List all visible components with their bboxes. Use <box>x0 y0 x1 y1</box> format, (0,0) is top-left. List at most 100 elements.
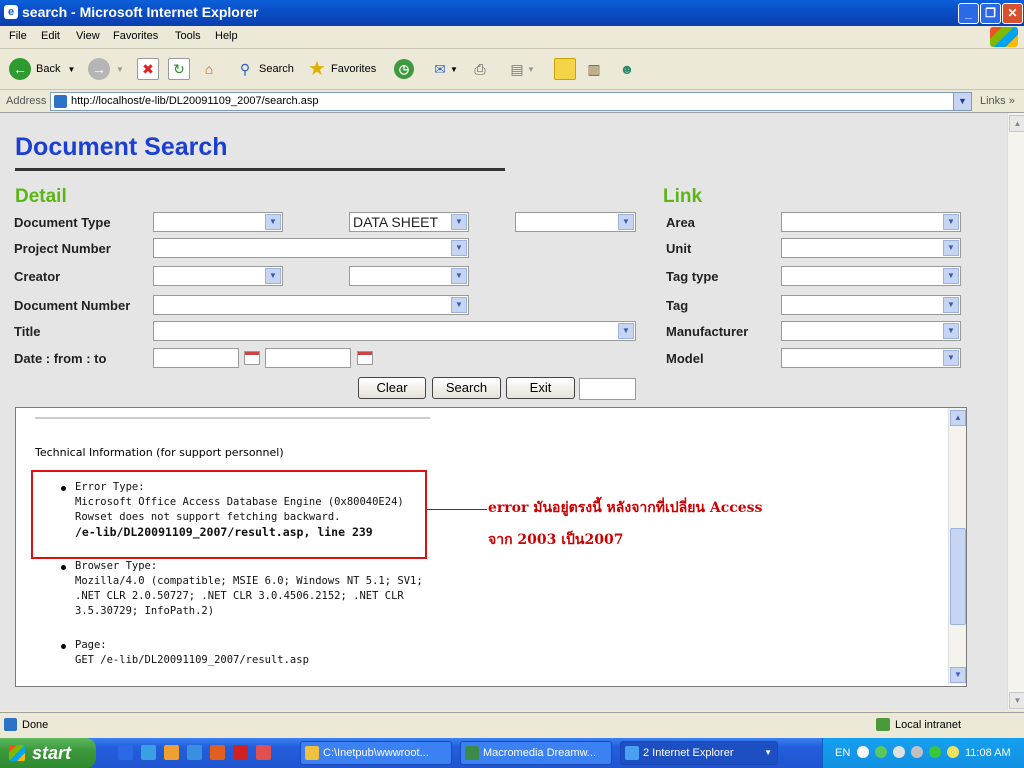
stop-icon: ✖ <box>137 58 159 80</box>
quicklaunch-acrobat-icon[interactable] <box>233 745 248 760</box>
task-dreamweaver[interactable]: Macromedia Dreamw... <box>460 741 612 765</box>
mail-button[interactable]: ✉ ▼ <box>430 57 458 81</box>
tray-network-icon[interactable] <box>875 746 887 758</box>
research-icon: ▥ <box>587 61 601 77</box>
clear-button[interactable]: Clear <box>358 377 426 399</box>
menu-help[interactable]: Help <box>215 30 238 42</box>
start-button[interactable]: start <box>0 738 96 768</box>
back-button[interactable]: ← Back ▼ <box>9 57 75 81</box>
page-content: Document Search Detail Link Document Typ… <box>0 113 1007 710</box>
home-button[interactable]: ⌂ <box>199 57 219 81</box>
menu-file[interactable]: File <box>9 30 27 42</box>
menu-view[interactable]: View <box>76 30 100 42</box>
date-label: Date : from : to <box>14 351 107 366</box>
restore-button[interactable]: ❐ <box>980 3 1001 24</box>
forward-button[interactable]: → ▼ <box>88 57 124 81</box>
tag-type-select[interactable]: ▼ <box>781 266 961 286</box>
scroll-up-icon[interactable]: ▲ <box>1009 115 1024 132</box>
calendar-icon[interactable] <box>244 351 260 365</box>
links-toolbar[interactable]: Links » <box>980 95 1015 107</box>
task-inetpub[interactable]: C:\Inetpub\wwwroot... <box>300 741 452 765</box>
tray-wireless-icon[interactable] <box>947 746 959 758</box>
doc-type-select-2[interactable]: DATA SHEET ▼ <box>349 212 469 232</box>
forward-dropdown-icon[interactable]: ▼ <box>116 65 124 74</box>
scroll-thumb[interactable] <box>950 528 966 625</box>
chevron-down-icon: ▼ <box>943 240 959 256</box>
error-highlight-box <box>31 470 427 559</box>
doc-type-select-3[interactable]: ▼ <box>515 212 636 232</box>
address-bar: Address http://localhost/e-lib/DL2009110… <box>0 90 1024 113</box>
detail-heading: Detail <box>15 186 67 207</box>
refresh-button[interactable]: ↻ <box>168 57 190 81</box>
doc-type-select-1[interactable]: ▼ <box>153 212 283 232</box>
chevron-down-icon: ▼ <box>451 214 467 230</box>
research-button[interactable]: ▥ <box>584 57 604 81</box>
address-input[interactable]: http://localhost/e-lib/DL20091109_2007/s… <box>50 92 972 111</box>
search-submit-button[interactable]: Search <box>432 377 501 399</box>
title-select[interactable]: ▼ <box>153 321 636 341</box>
doc-number-select[interactable]: ▼ <box>153 295 469 315</box>
menu-tools[interactable]: Tools <box>175 30 201 42</box>
date-to-input[interactable] <box>265 348 351 368</box>
menu-favorites[interactable]: Favorites <box>113 30 158 42</box>
exit-button[interactable]: Exit <box>506 377 575 399</box>
mail-icon: ✉ <box>434 61 446 77</box>
creator-select-1[interactable]: ▼ <box>153 266 283 286</box>
close-button[interactable]: ✕ <box>1002 3 1023 24</box>
group-dropdown-icon: ▼ <box>764 748 772 757</box>
scroll-down-icon[interactable]: ▼ <box>1009 692 1024 709</box>
star-icon: ★ <box>308 58 326 80</box>
address-dropdown-icon[interactable]: ▼ <box>953 93 971 110</box>
history-button[interactable]: ◷ <box>394 57 414 81</box>
minimize-button[interactable]: _ <box>958 3 979 24</box>
language-indicator[interactable]: EN <box>835 747 850 759</box>
edit-button[interactable]: ▤ ▼ <box>507 57 535 81</box>
task-internet-explorer[interactable]: 2 Internet Explorer ▼ <box>620 741 778 765</box>
tray-device-icon[interactable] <box>911 746 923 758</box>
chevron-down-icon: ▼ <box>943 268 959 284</box>
quicklaunch-explorer-icon[interactable] <box>187 745 202 760</box>
back-dropdown-icon[interactable]: ▼ <box>67 65 75 74</box>
intranet-icon <box>876 718 890 731</box>
quicklaunch-other-icon[interactable] <box>256 745 271 760</box>
project-number-select[interactable]: ▼ <box>153 238 469 258</box>
quicklaunch-media-icon[interactable] <box>164 745 179 760</box>
bullet <box>61 565 66 570</box>
messenger-button[interactable]: ☻ <box>617 57 637 81</box>
discuss-button[interactable] <box>554 57 576 81</box>
creator-select-2[interactable]: ▼ <box>349 266 469 286</box>
model-select[interactable]: ▼ <box>781 348 961 368</box>
manufacturer-label: Manufacturer <box>666 324 749 339</box>
result-frame: Technical Information (for support perso… <box>15 407 967 687</box>
stop-button[interactable]: ✖ <box>137 57 159 81</box>
tray-security-icon[interactable] <box>929 746 941 758</box>
toolbar: ← Back ▼ → ▼ ✖ ↻ ⌂ ⚲ Search ★ Favorites … <box>0 49 1024 90</box>
scroll-up-icon[interactable]: ▲ <box>950 410 966 426</box>
frame-scrollbar[interactable]: ▲ ▼ <box>948 408 966 684</box>
tag-select[interactable]: ▼ <box>781 295 961 315</box>
menu-edit[interactable]: Edit <box>41 30 60 42</box>
favorites-button[interactable]: ★ Favorites <box>307 57 376 81</box>
scroll-down-icon[interactable]: ▼ <box>950 667 966 683</box>
quicklaunch-desktop-icon[interactable] <box>118 745 133 760</box>
manufacturer-select[interactable]: ▼ <box>781 321 961 341</box>
tag-label: Tag <box>666 298 689 313</box>
print-button[interactable]: ⎙ <box>470 57 490 81</box>
area-select[interactable]: ▼ <box>781 212 961 232</box>
title-bar: e search - Microsoft Internet Explorer _… <box>0 0 1024 26</box>
quicklaunch-ie-icon[interactable] <box>141 745 156 760</box>
tray-monitor-icon[interactable] <box>893 746 905 758</box>
unit-select[interactable]: ▼ <box>781 238 961 258</box>
date-from-input[interactable] <box>153 348 239 368</box>
search-button[interactable]: ⚲ Search <box>235 57 294 81</box>
tray-expand-icon[interactable] <box>857 746 869 758</box>
printer-icon: ⎙ <box>474 61 486 77</box>
security-zone: Local intranet <box>895 719 962 731</box>
page-scrollbar[interactable]: ▲ ▼ <box>1007 113 1024 710</box>
quicklaunch-app-icon[interactable] <box>210 745 225 760</box>
browser-type-block: Browser Type: Mozilla/4.0 (compatible; M… <box>75 560 423 617</box>
menu-bar: File Edit View Favorites Tools Help <box>0 26 1024 49</box>
calendar-icon[interactable] <box>357 351 373 365</box>
dreamweaver-icon <box>465 746 479 760</box>
extra-input[interactable] <box>579 378 636 400</box>
